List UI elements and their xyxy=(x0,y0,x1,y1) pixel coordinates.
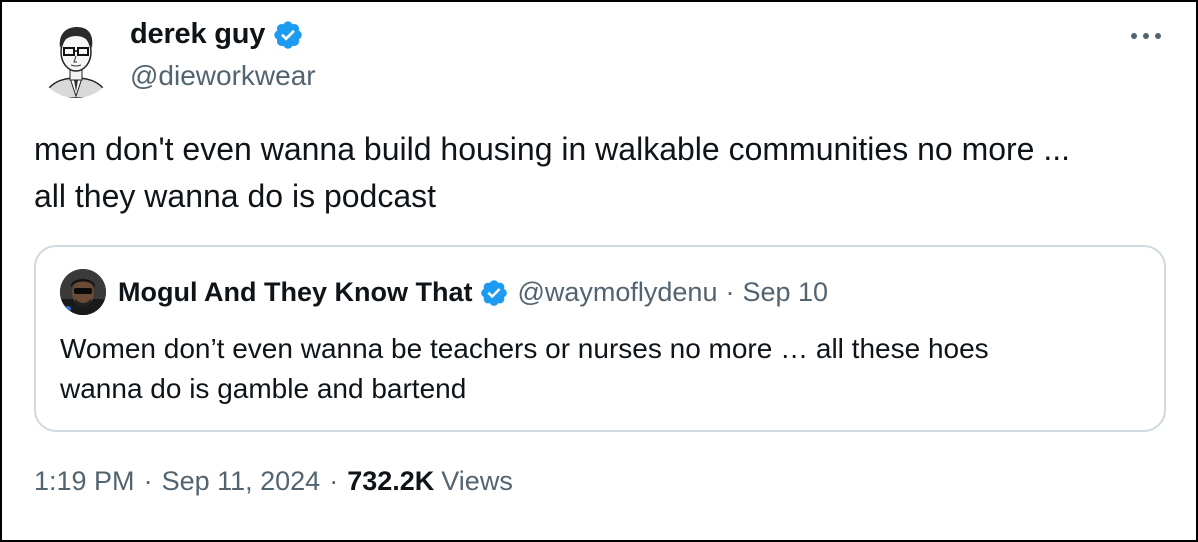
verified-badge-icon xyxy=(274,20,302,49)
tweet-text: men don't even wanna build housing in wa… xyxy=(34,126,1174,220)
dot-separator: · xyxy=(329,466,339,496)
dot-separator: · xyxy=(143,466,153,496)
dot-separator: · xyxy=(725,277,735,307)
views-label[interactable]: Views xyxy=(441,466,513,497)
author-name-row: derek guy xyxy=(130,18,304,51)
tweet-metadata: 1:19 PM · Sep 11, 2024 · 732.2K Views xyxy=(34,466,513,497)
more-horizontal-icon[interactable] xyxy=(1126,22,1166,50)
quoted-tweet-date: Sep 10 xyxy=(742,277,829,307)
author-display-name[interactable]: derek guy xyxy=(130,18,265,51)
author-avatar[interactable] xyxy=(36,18,116,98)
verified-badge-icon xyxy=(481,279,508,306)
tweet-time[interactable]: 1:19 PM xyxy=(34,466,135,497)
quoted-author-row: Mogul And They Know That @waymoflydenu ·… xyxy=(118,277,828,308)
author-handle[interactable]: @dieworkwear xyxy=(130,60,316,92)
quoted-tweet-text-line: Women don’t even wanna be teachers or nu… xyxy=(60,333,989,364)
quoted-tweet-text: Women don’t even wanna be teachers or nu… xyxy=(60,329,1140,409)
views-count[interactable]: 732.2K xyxy=(347,466,434,497)
tweet-card: derek guy @dieworkwear men don't even wa… xyxy=(0,0,1198,542)
quoted-author-handle: @waymoflydenu xyxy=(517,277,718,307)
author-avatar-image xyxy=(36,18,116,98)
quoted-author-avatar xyxy=(60,269,106,315)
quoted-tweet-card[interactable]: Mogul And They Know That @waymoflydenu ·… xyxy=(34,245,1166,432)
quoted-author-display-name: Mogul And They Know That xyxy=(118,277,473,307)
quoted-author-avatar-image xyxy=(60,269,106,315)
tweet-text-line: men don't even wanna build housing in wa… xyxy=(34,131,1071,167)
tweet-date[interactable]: Sep 11, 2024 xyxy=(162,466,321,497)
quoted-tweet-text-line: wanna do is gamble and bartend xyxy=(60,373,467,404)
tweet-text-line: all they wanna do is podcast xyxy=(34,178,437,214)
